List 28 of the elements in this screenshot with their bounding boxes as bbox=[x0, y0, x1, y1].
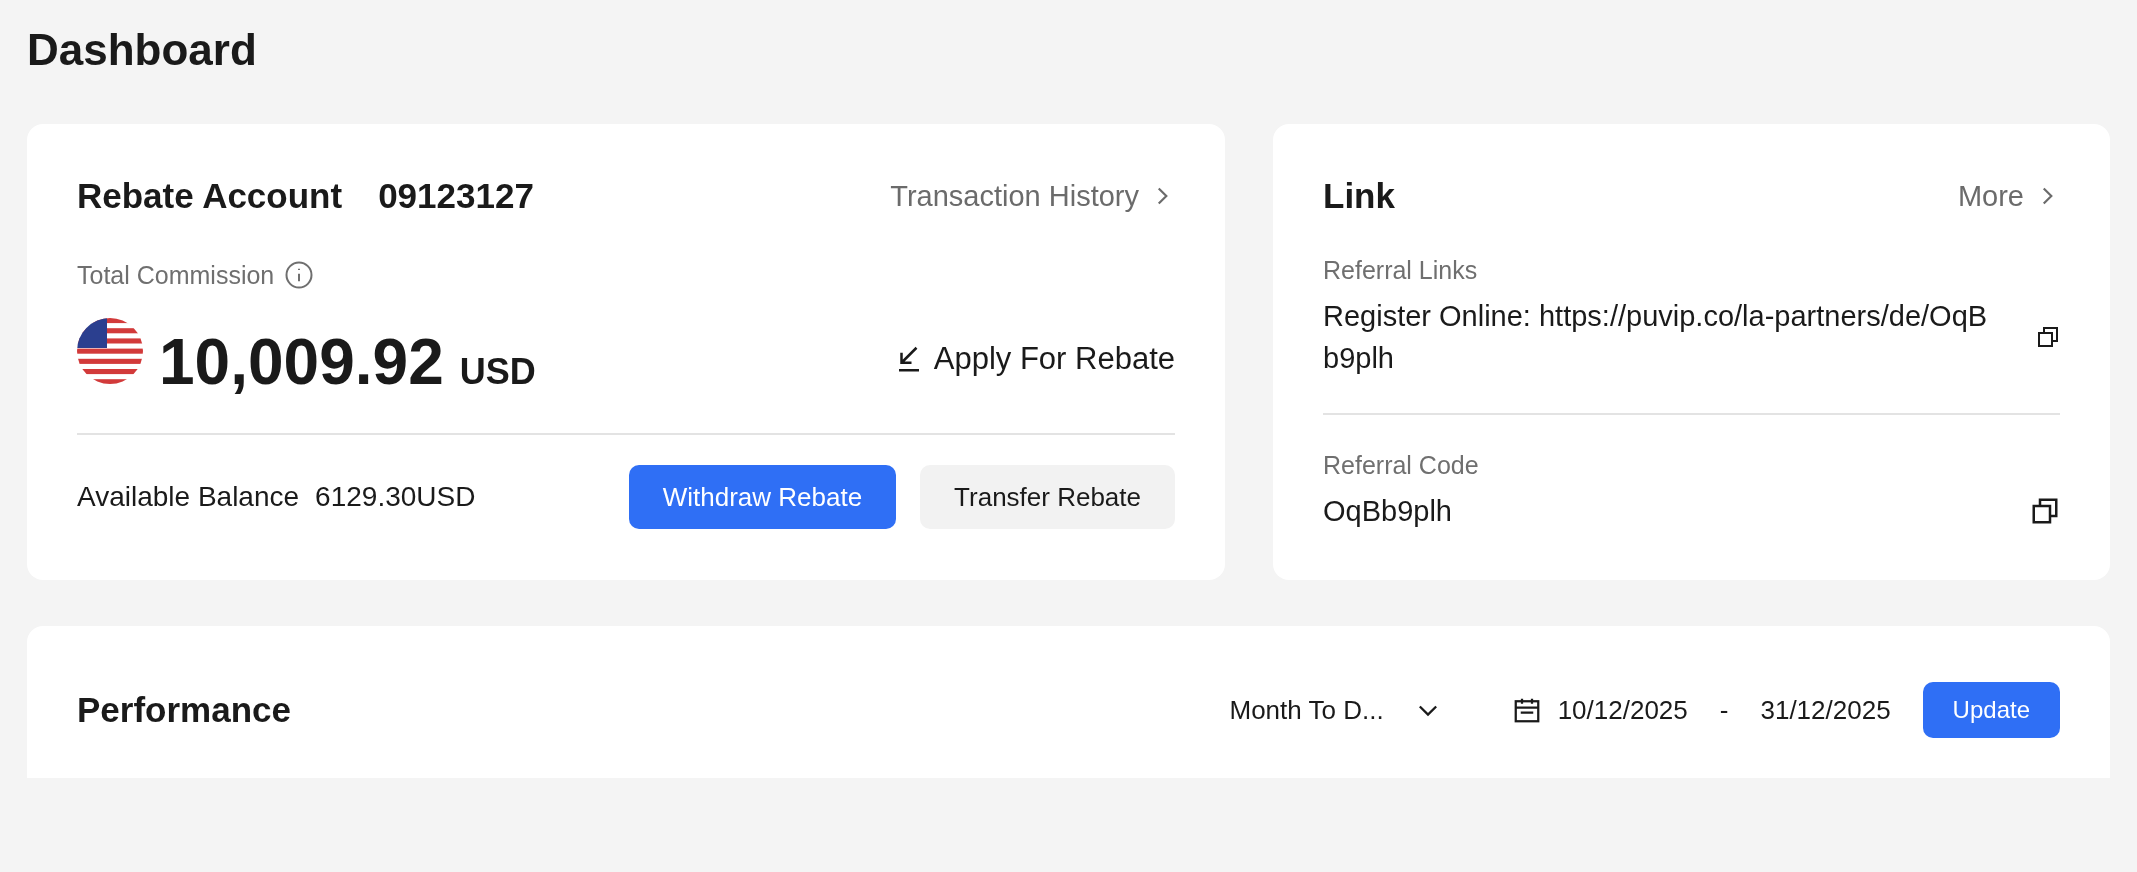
balance-value: 6129.30USD bbox=[315, 481, 476, 513]
currency-label: USD bbox=[459, 351, 536, 393]
referral-value: OqBb9plh bbox=[1323, 494, 1452, 529]
transaction-history-link[interactable]: Transaction History bbox=[890, 179, 1175, 213]
date-separator: - bbox=[1719, 694, 1729, 726]
copy-icon[interactable] bbox=[2036, 325, 2060, 349]
total-commission-label: Total Commission bbox=[77, 260, 275, 290]
period-dropdown[interactable]: Month To D... bbox=[1229, 694, 1442, 726]
card-title: Rebate Account bbox=[77, 176, 343, 215]
card-title: Link bbox=[1323, 176, 1395, 216]
referral-value: Register Online: https://puvip.co/la-partners/de/OqBb9plh bbox=[1323, 299, 1989, 376]
section-label: Referral Code bbox=[1323, 451, 1479, 479]
commission-amount: 10,009.92 bbox=[159, 325, 444, 399]
flag-icon bbox=[77, 318, 143, 384]
apply-for-rebate-link[interactable]: Apply For Rebate bbox=[893, 340, 1175, 377]
section-label: Referral Links bbox=[1323, 256, 1478, 284]
date-from[interactable]: 10/12/2025 bbox=[1557, 694, 1688, 726]
copy-icon[interactable] bbox=[2030, 496, 2060, 526]
account-number: 09123127 bbox=[378, 176, 534, 215]
withdraw-button[interactable]: Withdraw Rebate bbox=[628, 465, 897, 529]
more-link[interactable]: More bbox=[1957, 179, 2060, 213]
date-to[interactable]: 31/12/2025 bbox=[1760, 694, 1891, 726]
update-button[interactable]: Update bbox=[1922, 682, 2060, 738]
card-title: Performance bbox=[77, 690, 291, 730]
balance-label: Available Balance bbox=[77, 481, 300, 513]
info-icon[interactable] bbox=[284, 260, 315, 290]
page-title: Dashboard bbox=[27, 24, 258, 76]
transfer-button[interactable]: Transfer Rebate bbox=[920, 465, 1175, 529]
